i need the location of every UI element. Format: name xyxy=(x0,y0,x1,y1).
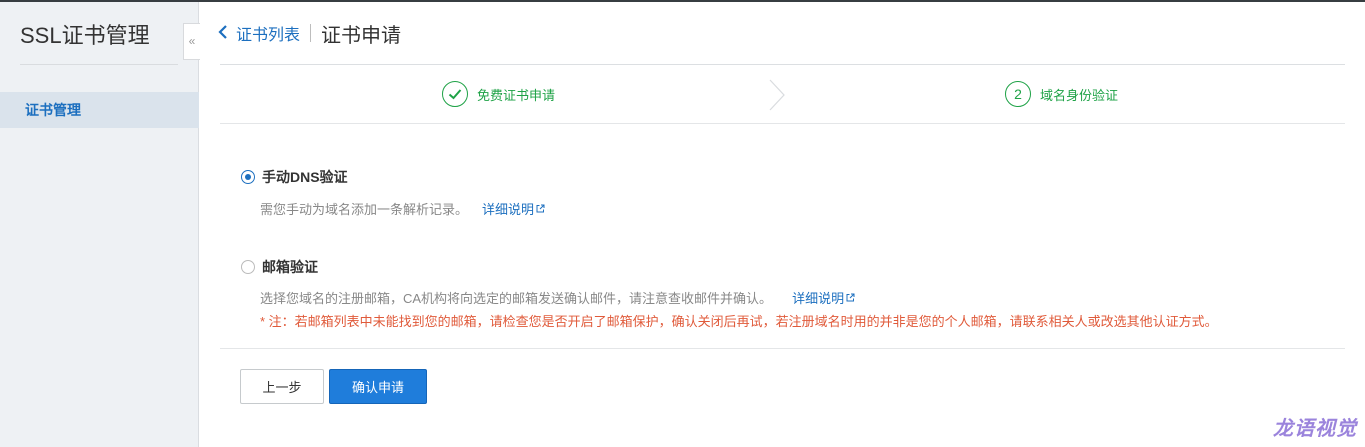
dns-details-link-text[interactable]: 详细说明 xyxy=(482,199,534,218)
page-title: 证书申请 xyxy=(321,24,402,47)
dns-verify-description: 需您手动为域名添加一条解析记录。 详细说明 xyxy=(260,199,545,218)
email-verify-label[interactable]: 邮箱验证 xyxy=(262,257,318,277)
step-indicator: 免费证书申请 2 域名身份验证 xyxy=(220,65,1345,124)
dns-verify-label[interactable]: 手动DNS验证 xyxy=(262,167,348,187)
step-1: 免费证书申请 xyxy=(442,81,555,107)
dns-verify-radio[interactable] xyxy=(241,170,255,184)
step-2-number: 2 xyxy=(1005,81,1031,107)
email-details-link[interactable]: 详细说明 xyxy=(792,288,855,307)
actions-divider xyxy=(220,348,1345,349)
step-arrow-icon xyxy=(769,79,785,111)
dns-details-link[interactable]: 详细说明 xyxy=(482,199,545,218)
chevron-left-icon[interactable] xyxy=(218,23,228,44)
collapse-sidebar-button[interactable]: « xyxy=(183,23,200,60)
main-content: 证书列表 证书申请 免费证书申请 2 域名身份验证 手动DNS验证 需您手动为域… xyxy=(200,2,1365,447)
step-1-label: 免费证书申请 xyxy=(477,87,556,103)
external-link-icon xyxy=(536,204,545,213)
email-verify-radio[interactable] xyxy=(241,260,255,274)
sidebar-item-cert-management[interactable]: 证书管理 xyxy=(0,92,199,128)
dns-description-text: 需您手动为域名添加一条解析记录。 xyxy=(260,202,469,217)
sidebar-divider xyxy=(20,64,178,65)
email-verify-note: * 注：若邮箱列表中未能找到您的邮箱，请检查您是否开启了邮箱保护，确认关闭后再试… xyxy=(260,314,1218,329)
email-description-text: 选择您域名的注册邮箱，CA机构将向选定的邮箱发送确认邮件，请注意查收邮件并确认。 xyxy=(260,291,773,306)
page-header: 证书列表 证书申请 xyxy=(218,18,401,48)
step-2-label: 域名身份验证 xyxy=(1040,87,1119,103)
email-verify-option[interactable]: 邮箱验证 xyxy=(241,257,318,277)
confirm-apply-button[interactable]: 确认申请 xyxy=(329,369,427,404)
sidebar-title: SSL证书管理 xyxy=(20,23,150,48)
external-link-icon xyxy=(846,293,855,302)
radio-dot xyxy=(245,174,251,180)
sidebar: SSL证书管理 证书管理 xyxy=(0,2,199,447)
check-icon xyxy=(442,81,468,107)
header-separator xyxy=(310,24,312,42)
dns-verify-option[interactable]: 手动DNS验证 xyxy=(241,167,348,187)
prev-step-button[interactable]: 上一步 xyxy=(240,369,324,404)
email-details-link-text[interactable]: 详细说明 xyxy=(792,288,844,307)
watermark-logo: 龙语视觉 xyxy=(1273,418,1357,440)
email-verify-description: 选择您域名的注册邮箱，CA机构将向选定的邮箱发送确认邮件，请注意查收邮件并确认。… xyxy=(260,288,855,307)
step-2: 2 域名身份验证 xyxy=(1005,81,1118,107)
back-link-cert-list[interactable]: 证书列表 xyxy=(236,21,300,45)
